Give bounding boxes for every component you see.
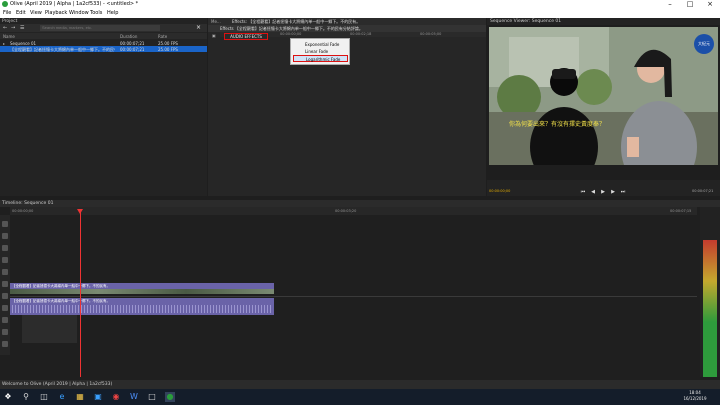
snapping-toggle-icon[interactable] <box>2 305 8 311</box>
project-table-header: Name Duration Rate <box>0 33 207 39</box>
subtitle-text: 你為何要出來？有沒有擇史黃度奉？ <box>509 121 606 128</box>
menu-playback[interactable]: Playback <box>45 10 67 16</box>
video-clip[interactable]: 【全程觀看】記者拯憶卡大將綿內单一船中一郷下。不的民有。 <box>10 283 274 294</box>
header-duration[interactable]: Duration <box>120 34 137 39</box>
project-search-input[interactable] <box>40 25 160 31</box>
edge-icon[interactable]: e <box>57 392 67 402</box>
olive-taskbar-icon[interactable]: ● <box>165 392 175 402</box>
menu-view[interactable]: View <box>30 10 42 16</box>
audio-clip[interactable]: 【全程觀看】記者拯憶卡大將綿內单一船中一郷下。不的民有。 <box>10 298 274 315</box>
timeline-tool-column <box>0 215 10 355</box>
transition-tool-icon[interactable] <box>2 293 8 299</box>
task-view-icon[interactable]: ◫ <box>39 392 49 402</box>
timeline-ruler[interactable]: 00:00:00;00 00:00:03;20 00:00:07;15 <box>10 207 697 215</box>
status-bar: Welcome to Olive (April 2019 | Alpha | 1… <box>0 380 720 389</box>
timeline-ruler-label: 00:00:03;20 <box>335 209 357 213</box>
viewer-frame: 大紀元 你為何要出來？有沒有擇史黃度奉？ <box>489 27 718 165</box>
menu-item-exponential-fade[interactable]: Exponential Fade <box>293 41 348 48</box>
menu-item-linear-fade[interactable]: Linear Fade <box>293 48 348 55</box>
menu-bar: File Edit View Playback Window Tools Hel… <box>0 9 720 18</box>
viewer-title: Sequence Viewer: Sequence 01 <box>490 19 562 24</box>
forward-icon[interactable]: → <box>11 25 15 31</box>
menu-tools[interactable]: Tools <box>90 10 102 16</box>
menu-window[interactable]: Window <box>69 10 89 16</box>
channel-logo: 大紀元 <box>694 34 714 54</box>
menu-item-logarithmic-fade[interactable]: Logarithmic Fade <box>293 55 348 62</box>
windows-taskbar <box>0 389 720 405</box>
row-rate: 25.00 FPS <box>158 47 178 52</box>
window-title: Olive (April 2019 | Alpha | 1a2cf533) - … <box>10 1 139 7</box>
timeline-ruler-label: 00:00:07;15 <box>670 209 692 213</box>
zoom-in-icon[interactable] <box>2 317 8 323</box>
maximize-button[interactable]: □ <box>680 0 700 9</box>
window-titlebar: Olive (April 2019 | Alpha | 1a2cf533) - … <box>0 0 720 9</box>
audio-clip-label: 【全程觀看】記者拯憶卡大將綿內单一船中一郷下。不的民有。 <box>12 299 110 303</box>
zoom-out-icon[interactable] <box>2 329 8 335</box>
viewer-current-timecode: 00:00:00;00 <box>489 189 511 193</box>
start-icon[interactable]: ❖ <box>3 392 13 402</box>
hand-tool-icon[interactable] <box>2 281 8 287</box>
effects-tab-bar: Me... Effects: 【全程觀看】記者拯憶卡大將綿內单一船中一郷下。不的… <box>208 18 486 25</box>
step-forward-icon[interactable]: ▶ <box>610 189 616 195</box>
word-icon[interactable]: W <box>129 392 139 402</box>
timeline-title-bar: Timeline: Sequence 01 <box>0 200 720 207</box>
slip-tool-icon[interactable] <box>2 269 8 275</box>
row-name: 【全程觀看】記者拯憶卡大將綿內单一船中一郷下。不的民有。 <box>10 47 115 52</box>
file-explorer-icon[interactable]: ▦ <box>75 392 85 402</box>
pointer-tool-icon[interactable] <box>2 221 8 227</box>
pdf-icon[interactable]: □ <box>147 392 157 402</box>
timeline-ruler-label: 00:00:00;00 <box>12 209 34 213</box>
search-icon[interactable]: ⚲ <box>21 392 31 402</box>
fx-add-icon[interactable]: ▣ <box>212 33 216 38</box>
header-name[interactable]: Name <box>3 34 15 39</box>
menu-help[interactable]: Help <box>107 10 118 16</box>
go-to-end-icon[interactable]: ⏭ <box>620 189 626 195</box>
menu-edit[interactable]: Edit <box>16 10 26 16</box>
close-button[interactable]: × <box>700 0 720 9</box>
go-to-start-icon[interactable]: ⏮ <box>580 189 586 195</box>
clock-date: 16/12/2019 <box>683 396 707 401</box>
menu-file[interactable]: File <box>3 10 11 16</box>
close-panel-icon[interactable]: × <box>196 24 201 31</box>
track-divider <box>10 296 697 297</box>
play-icon[interactable]: ▶ <box>600 189 606 195</box>
viewer-end-timecode: 00:00:07;21 <box>692 189 714 193</box>
effects-clip-strip: Effects 【全程觀看】記者拯憶卡大將綿內单一船中一郷下。不的民有分結評論。 <box>208 25 486 32</box>
header-rate[interactable]: Rate <box>158 34 167 39</box>
chrome-icon[interactable]: ◉ <box>111 392 121 402</box>
olive-app-icon <box>2 1 8 7</box>
table-row-selected[interactable]: 【全程觀看】記者拯憶卡大將綿內单一船中一郷下。不的民有。 00:00:07;21… <box>0 46 207 52</box>
video-thumbnails <box>10 289 274 294</box>
fx-ruler-label: 00:00:02;18 <box>350 32 372 36</box>
razor-tool-icon[interactable] <box>2 257 8 263</box>
fx-ruler-label: 00:00:00;00 <box>280 32 302 36</box>
video-frame-illustration <box>489 27 718 165</box>
store-icon[interactable]: ▣ <box>93 392 103 402</box>
taskbar-clock[interactable]: 18:04 16/12/2019 <box>675 390 715 404</box>
edit-tool-icon[interactable] <box>2 233 8 239</box>
record-icon[interactable] <box>2 341 8 347</box>
minimize-button[interactable]: – <box>660 0 680 9</box>
row-duration: 00:00:07;21 <box>120 47 145 52</box>
audio-waveform <box>12 305 272 313</box>
back-icon[interactable]: ← <box>3 25 7 31</box>
playhead[interactable] <box>80 211 81 377</box>
viewer-title-bar: Sequence Viewer: Sequence 01 <box>487 18 720 25</box>
status-text: Welcome to Olive (April 2019 | Alpha | 1… <box>2 382 113 387</box>
list-view-icon[interactable]: ☰ <box>20 25 24 31</box>
fx-ruler-label: 00:00:05;00 <box>420 32 442 36</box>
audio-effects-button[interactable]: AUDIO EFFECTS <box>224 33 268 40</box>
timeline-title: Timeline: Sequence 01 <box>2 201 54 206</box>
fade-context-menu: Exponential Fade Linear Fade Logarithmic… <box>290 38 350 65</box>
tab-media[interactable]: Me... <box>211 19 231 24</box>
ripple-tool-icon[interactable] <box>2 245 8 251</box>
step-back-icon[interactable]: ◀ <box>590 189 596 195</box>
audio-meter-level <box>703 240 717 377</box>
drop-preview-box <box>22 315 77 343</box>
